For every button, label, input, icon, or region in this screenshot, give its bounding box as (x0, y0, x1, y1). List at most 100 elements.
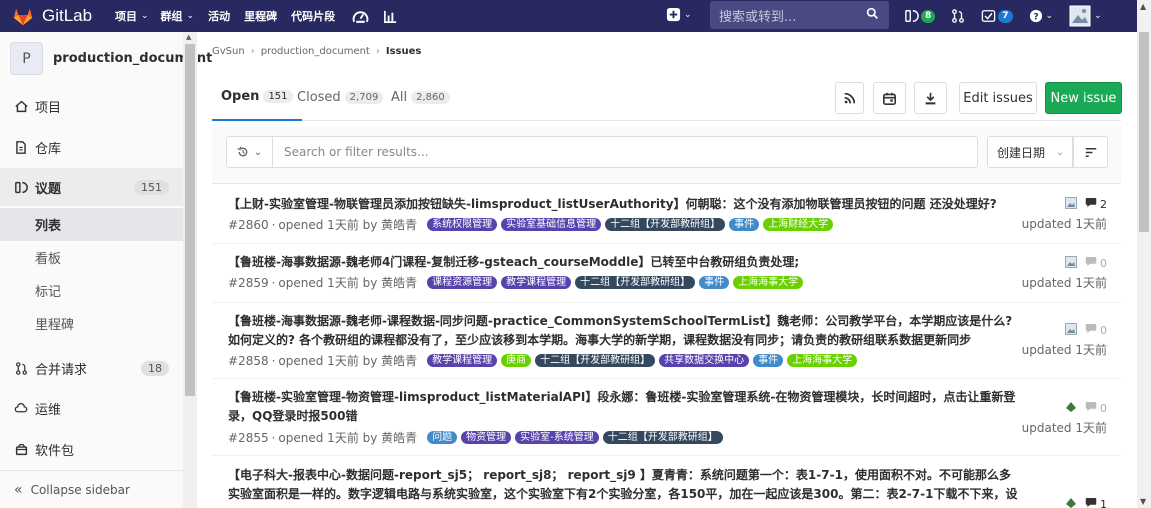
issue-label[interactable]: 实验室基础信息管理 (501, 218, 602, 231)
scroll-up-arrow-icon[interactable]: ▲ (186, 33, 191, 41)
nav-groups[interactable]: 群组 ⌄ (161, 8, 195, 24)
sort-dropdown[interactable]: 创建日期 ⌄ (987, 136, 1073, 168)
sidebar-subitem-list[interactable]: 列表 (0, 208, 183, 241)
tab-open[interactable]: Open 151 (212, 74, 302, 121)
page-scrollbar[interactable]: ▲ ▼ (1137, 0, 1151, 508)
issue-label[interactable]: 问题 (427, 431, 458, 444)
meta-separator: · (271, 353, 276, 368)
sidebar-subitem-boards[interactable]: 看板 (0, 241, 183, 274)
scroll-up-arrow-icon[interactable]: ▲ (1140, 2, 1146, 11)
assignee-avatar-icon[interactable] (1065, 497, 1077, 508)
user-avatar-dropdown[interactable]: ⌄ (1069, 5, 1102, 27)
tab-closed[interactable]: Closed 2,709 (297, 74, 384, 121)
issue-label[interactable]: 事件 (729, 218, 760, 231)
issue-label[interactable]: 庚商 (501, 354, 532, 367)
tab-all[interactable]: All 2,860 (391, 74, 450, 121)
breadcrumb-current[interactable]: Issues (386, 46, 421, 57)
sidebar-item-project[interactable]: 项目 (0, 87, 183, 125)
merge-request-icon (14, 361, 28, 375)
assignee-avatar-icon[interactable] (1065, 196, 1077, 212)
nav-snippets[interactable]: 代码片段 (291, 8, 335, 24)
issue-label[interactable]: 课程资源管理 (427, 276, 498, 289)
comments-count[interactable]: 0 (1085, 256, 1107, 270)
sidebar-item-merge-requests[interactable]: 合并请求 18 (0, 349, 183, 387)
issue-label[interactable]: 实验室-系统管理 (515, 431, 599, 444)
search-input[interactable]: 搜索或转到... (710, 1, 889, 29)
issue-label[interactable]: 十二组【开发部教研组】 (575, 276, 696, 289)
sort-label: 创建日期 (997, 145, 1046, 160)
issue-number[interactable]: #2855 (228, 431, 269, 445)
todos-shortcut[interactable]: 7 (981, 9, 1013, 23)
rss-button[interactable] (835, 82, 864, 114)
project-header[interactable]: P production_document (10, 42, 212, 75)
nav-milestones[interactable]: 里程碑 (244, 8, 277, 24)
subitem-label: 看板 (35, 252, 62, 267)
gitlab-logo[interactable]: GitLab (12, 5, 97, 27)
issue-label[interactable]: 物资管理 (461, 431, 512, 444)
search-filter-input[interactable]: Search or filter results... (272, 136, 978, 168)
issue-label[interactable]: 教学课程管理 (501, 276, 572, 289)
export-csv-button[interactable] (914, 82, 947, 114)
help-dropdown[interactable]: ? ⌄ (1029, 9, 1053, 23)
assignee-avatar-icon[interactable] (1065, 322, 1077, 338)
issue-label[interactable]: 上海海事大学 (733, 276, 804, 289)
issue-number[interactable]: #2859 (228, 276, 269, 290)
meta-separator: · (271, 275, 276, 290)
issue-row[interactable]: 【电子科大-报表中心-数据问题-report_sj5； report_sj8； … (212, 456, 1121, 508)
issue-row[interactable]: 【鲁班楼-海事数据源-魏老师-课程数据-同步问题-practice_Common… (212, 303, 1121, 379)
scroll-down-arrow-icon[interactable]: ▼ (1140, 497, 1146, 506)
scrollbar-thumb[interactable] (1139, 32, 1149, 232)
recent-searches-button[interactable]: ⌄ (226, 136, 272, 168)
issue-row[interactable]: 【鲁班楼-实验室管理-物资管理-limsproduct_listMaterial… (212, 379, 1121, 456)
issue-title[interactable]: 【电子科大-报表中心-数据问题-report_sj5； report_sj8； … (228, 466, 1018, 504)
issue-label[interactable]: 上海海事大学 (787, 354, 858, 367)
nav-activity[interactable]: 活动 (208, 8, 230, 24)
issue-label[interactable]: 共享数据交换中心 (659, 354, 750, 367)
comments-count[interactable]: 1 (1085, 497, 1107, 508)
issue-label[interactable]: 事件 (699, 276, 730, 289)
new-dropdown-button[interactable]: ⌄ (666, 7, 692, 22)
issue-number[interactable]: #2858 (228, 354, 269, 368)
calendar-button[interactable] (873, 82, 906, 114)
comments-count[interactable]: 0 (1085, 401, 1107, 415)
sidebar-subitem-milestones[interactable]: 里程碑 (0, 307, 183, 340)
issue-label[interactable]: 系统权限管理 (427, 218, 498, 231)
breadcrumb-separator-icon: › (250, 46, 255, 57)
issue-number[interactable]: #2860 (228, 218, 269, 232)
comments-count[interactable]: 0 (1085, 323, 1107, 337)
comments-count[interactable]: 2 (1085, 197, 1107, 211)
issues-shortcut[interactable]: 8 (905, 9, 936, 23)
merge-requests-shortcut[interactable] (951, 9, 965, 23)
assignee-avatar-icon[interactable] (1065, 401, 1077, 416)
sidebar-subitem-labels[interactable]: 标记 (0, 274, 183, 307)
breadcrumb-group[interactable]: GvSun (212, 46, 245, 57)
assignee-avatar-icon[interactable] (1065, 255, 1077, 271)
issue-title[interactable]: 【鲁班楼-海事数据源-魏老师-课程数据-同步问题-practice_Common… (228, 312, 1018, 350)
collapse-sidebar-button[interactable]: « Collapse sidebar (0, 470, 183, 508)
sidebar-scrollbar[interactable]: ▲ (183, 32, 197, 508)
sidebar-item-issues[interactable]: 议题 151 (0, 168, 183, 206)
sidebar-item-operations[interactable]: 运维 (0, 389, 183, 427)
nav-projects[interactable]: 项目 ⌄ (115, 8, 149, 24)
issue-label[interactable]: 教学课程管理 (427, 354, 498, 367)
sort-direction-button[interactable] (1073, 136, 1108, 168)
chevron-down-icon: ⌄ (253, 146, 263, 158)
issue-label[interactable]: 上海财经大学 (763, 218, 834, 231)
issue-label[interactable]: 十二组【开发部教研组】 (605, 218, 726, 231)
issue-label[interactable]: 十二组【开发部教研组】 (602, 431, 723, 444)
issue-title[interactable]: 【鲁班楼-海事数据源-魏老师4门课程-复制迁移-gsteach_courseMo… (228, 253, 1018, 272)
dashboard-gauge-icon[interactable] (351, 7, 369, 25)
issue-label[interactable]: 十二组【开发部教研组】 (535, 354, 656, 367)
issue-row[interactable]: 【鲁班楼-海事数据源-魏老师4门课程-复制迁移-gsteach_courseMo… (212, 244, 1121, 303)
issue-row[interactable]: 【上财-实验室管理-物联管理员添加按钮缺失-limsproduct_listUs… (212, 185, 1121, 244)
sidebar-scrollbar-thumb[interactable] (185, 44, 195, 396)
edit-issues-button[interactable]: Edit issues (959, 82, 1037, 114)
sidebar-item-repository[interactable]: 仓库 (0, 128, 183, 166)
breadcrumb-project[interactable]: production_document (261, 46, 370, 57)
issue-title[interactable]: 【鲁班楼-实验室管理-物资管理-limsproduct_listMaterial… (228, 388, 1018, 426)
issue-title[interactable]: 【上财-实验室管理-物联管理员添加按钮缺失-limsproduct_listUs… (228, 195, 1018, 214)
chart-icon[interactable] (381, 7, 399, 25)
issue-label[interactable]: 事件 (753, 354, 784, 367)
new-issue-button[interactable]: New issue (1045, 82, 1122, 114)
sidebar-item-packages[interactable]: 软件包 (0, 430, 183, 468)
